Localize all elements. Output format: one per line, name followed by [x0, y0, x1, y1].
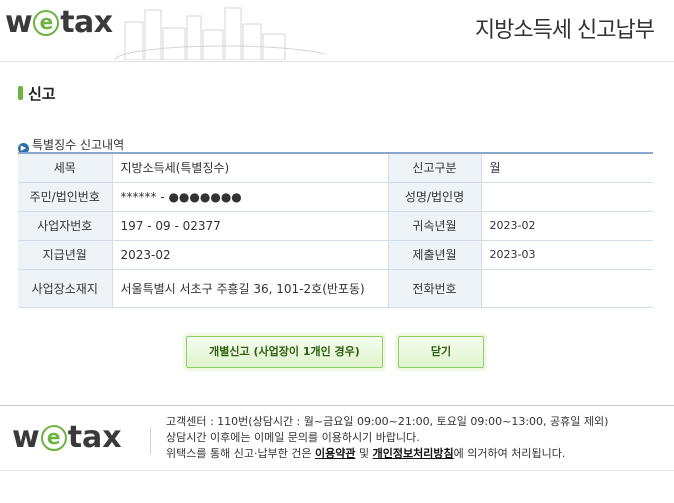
footer-policy-pre: 위택스를 통해 신고·납부한 건은 — [166, 447, 316, 460]
footer-divider — [150, 428, 151, 454]
value-attribution-month: 2023-02 — [481, 211, 653, 241]
footer-policy-post: 에 의거하여 처리됩니다. — [453, 447, 566, 460]
footer-call-center: 고객센터 : 110번(상담시간 : 월~금요일 09:00~21:00, 토요… — [166, 415, 609, 428]
terms-link[interactable]: 이용약관 — [315, 447, 355, 460]
footer-policy-and: 및 — [355, 447, 373, 460]
footer-text: 고객센터 : 110번(상담시간 : 월~금요일 09:00~21:00, 토요… — [166, 414, 666, 462]
value-report-type: 월 — [481, 153, 653, 183]
label-submission-month: 제출년월 — [388, 240, 482, 270]
label-business-number: 사업자번호 — [18, 211, 113, 241]
section-title-text: 신고 — [28, 85, 56, 103]
value-tax-item: 지방소득세(특별징수) — [112, 153, 389, 183]
green-bar-icon — [18, 86, 23, 100]
subsection-title-text: 특별징수 신고내역 — [32, 138, 125, 152]
value-resident-number: ****** - ●●●●●●● — [112, 182, 389, 212]
wetax-logo[interactable]: w e tax — [5, 5, 113, 40]
report-detail-table: 세목 지방소득세(특별징수) 신고구분 월 주민/법인번호 ****** - ●… — [18, 152, 653, 308]
value-submission-month: 2023-03 — [481, 240, 653, 270]
footer-bottom-line — [0, 470, 674, 471]
individual-report-button[interactable]: 개별신고 (사업장이 1개인 경우) — [186, 336, 383, 368]
footer-logo-text-tax: tax — [67, 420, 122, 455]
footer-policy-notice: 위택스를 통해 신고·납부한 건은 이용약관 및 개인정보처리방침에 의거하여 … — [166, 446, 666, 462]
table-row: 주민/법인번호 ****** - ●●●●●●● 성명/법인명 — [18, 182, 653, 212]
label-tax-item: 세목 — [18, 153, 113, 183]
header: w e tax 지방소득세 신고납부 — [0, 0, 674, 62]
page-header-title: 지방소득세 신고납부 — [474, 18, 655, 43]
value-business-number: 197 - 09 - 02377 — [112, 211, 389, 241]
footer-email-notice: 상담시간 이후에는 이메일 문의를 이용하시기 바랍니다. — [166, 431, 420, 444]
label-phone: 전화번호 — [388, 269, 482, 308]
close-button[interactable]: 닫기 — [398, 336, 484, 368]
label-business-address: 사업장소재지 — [18, 269, 113, 308]
privacy-policy-link[interactable]: 개인정보처리방침 — [373, 447, 454, 460]
label-attribution-month: 귀속년월 — [388, 211, 482, 241]
label-resident-number: 주민/법인번호 — [18, 182, 113, 212]
value-phone — [481, 269, 653, 308]
value-business-address: 서울특별시 서초구 주흥길 36, 101-2호(반포동) — [112, 269, 389, 308]
table-row: 지급년월 2023-02 제출년월 2023-03 — [18, 240, 653, 270]
table-row: 사업장소재지 서울특별시 서초구 주흥길 36, 101-2호(반포동) 전화번… — [18, 269, 653, 308]
footer-logo-e-icon: e — [40, 425, 67, 451]
city-skyline-illustration — [114, 7, 325, 60]
logo-e-icon: e — [33, 10, 60, 36]
table-row: 사업자번호 197 - 09 - 02377 귀속년월 2023-02 — [18, 211, 653, 241]
footer-wetax-logo: w e tax — [12, 420, 122, 455]
value-name — [481, 182, 653, 212]
label-payment-month: 지급년월 — [18, 240, 113, 270]
value-payment-month: 2023-02 — [112, 240, 389, 270]
footer: w e tax 고객센터 : 110번(상담시간 : 월~금요일 09:00~21:… — [0, 405, 674, 475]
label-name: 성명/법인명 — [388, 182, 482, 212]
footer-logo-text-w: w — [12, 420, 40, 455]
label-report-type: 신고구분 — [388, 153, 482, 183]
section-title: 신고 — [18, 83, 56, 104]
logo-text-w: w — [5, 5, 33, 40]
table-row: 세목 지방소득세(특별징수) 신고구분 월 — [18, 153, 653, 183]
